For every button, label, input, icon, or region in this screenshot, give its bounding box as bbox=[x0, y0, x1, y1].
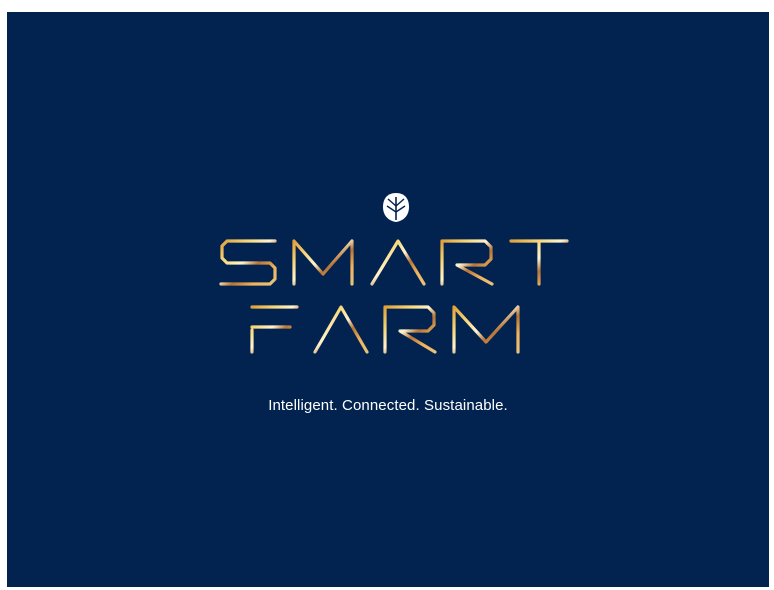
leaf-emblem-icon bbox=[383, 193, 409, 222]
wordmark-farm bbox=[250, 305, 520, 354]
smart-farm-logo bbox=[219, 193, 573, 377]
wordmark-smart bbox=[219, 239, 569, 286]
page: SMART FARM Intelligent. Connected. Susta… bbox=[0, 0, 774, 590]
tagline: Intelligent. Connected. Sustainable. bbox=[268, 397, 508, 414]
splash-panel: SMART FARM Intelligent. Connected. Susta… bbox=[7, 12, 769, 587]
